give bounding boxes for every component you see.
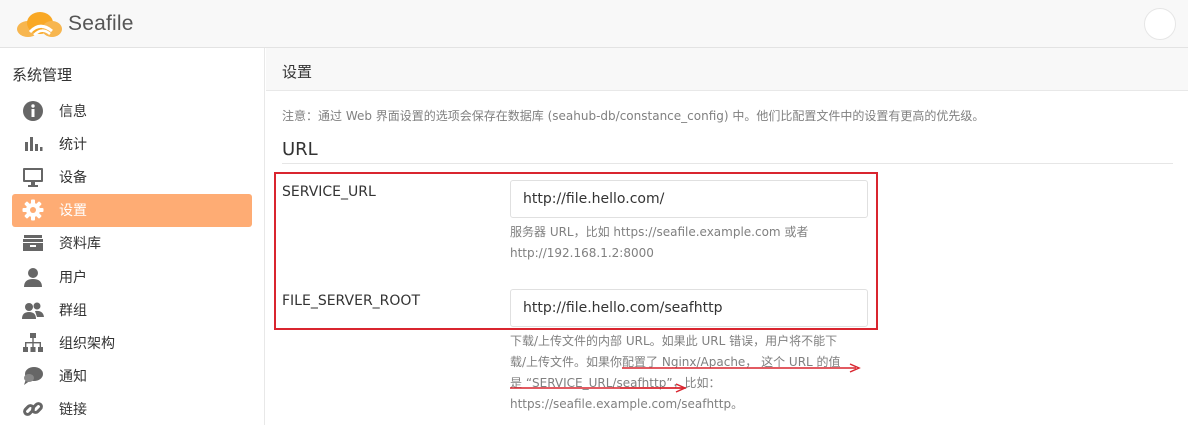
service-url-input[interactable]: http://file.hello.com/ bbox=[510, 180, 868, 218]
bar-chart-icon bbox=[21, 132, 45, 156]
avatar[interactable] bbox=[1144, 8, 1176, 40]
group-icon bbox=[21, 298, 45, 322]
sidebar-item-info[interactable]: 信息 bbox=[12, 94, 252, 127]
sidebar-item-label: 群组 bbox=[59, 302, 87, 319]
sidebar-item-organization[interactable]: 组织架构 bbox=[12, 326, 252, 359]
chat-bubble-icon bbox=[21, 364, 45, 388]
help-line: http://192.168.1.2:8000 bbox=[510, 246, 654, 260]
file-server-root-label: FILE_SERVER_ROOT bbox=[282, 293, 420, 309]
top-bar: Seafile bbox=[0, 0, 1188, 48]
info-icon bbox=[21, 99, 45, 123]
seafile-logo[interactable]: Seafile bbox=[14, 6, 134, 42]
sidebar-item-label: 通知 bbox=[59, 369, 87, 386]
file-server-root-help: 下载/上传文件的内部 URL。如果此 URL 错误，用户将不能下 载/上传文件。… bbox=[510, 331, 841, 415]
sidebar-item-label: 信息 bbox=[59, 103, 87, 120]
sidebar-item-groups[interactable]: 群组 bbox=[12, 293, 252, 326]
app-name: Seafile bbox=[68, 12, 134, 35]
file-server-root-input[interactable]: http://file.hello.com/seafhttp bbox=[510, 289, 868, 327]
link-icon bbox=[21, 397, 45, 421]
settings-notice: 注意：通过 Web 界面设置的选项会保存在数据库 (seahub-db/cons… bbox=[282, 109, 985, 123]
sidebar-item-settings[interactable]: 设置 bbox=[12, 193, 252, 227]
help-line: 服务器 URL，比如 https://seafile.example.com 或… bbox=[510, 225, 809, 239]
service-url-label: SERVICE_URL bbox=[282, 184, 376, 200]
section-title-url: URL bbox=[282, 139, 318, 160]
admin-sidebar: 系统管理 信息 统计 设备 设置 资料库 用户 群组 组织架构 通知 链接 bbox=[0, 48, 265, 425]
org-chart-icon bbox=[21, 331, 45, 355]
section-divider bbox=[282, 163, 1173, 164]
library-icon bbox=[21, 231, 45, 255]
sidebar-item-label: 链接 bbox=[59, 402, 87, 419]
panel-header: 设置 bbox=[266, 48, 1188, 91]
sidebar-item-label: 统计 bbox=[59, 136, 87, 153]
sidebar-item-libraries[interactable]: 资料库 bbox=[12, 227, 252, 260]
sidebar-title: 系统管理 bbox=[12, 66, 73, 84]
help-line: https://seafile.example.com/seafhttp。 bbox=[510, 397, 744, 411]
help-line: 是 “SERVICE_URL/seafhttp”，比如： bbox=[510, 376, 721, 390]
sidebar-item-notifications[interactable]: 通知 bbox=[12, 360, 252, 393]
user-icon bbox=[21, 265, 45, 289]
sidebar-item-users[interactable]: 用户 bbox=[12, 260, 252, 293]
sidebar-item-links[interactable]: 链接 bbox=[12, 393, 252, 426]
page-title: 设置 bbox=[282, 63, 313, 81]
service-url-help: 服务器 URL，比如 https://seafile.example.com 或… bbox=[510, 222, 808, 264]
help-line: 载/上传文件。如果你配置了 Nginx/Apache， 这个 URL 的值 bbox=[510, 355, 841, 369]
sidebar-item-devices[interactable]: 设备 bbox=[12, 160, 252, 193]
sidebar-item-label: 设置 bbox=[59, 203, 87, 220]
sidebar-nav: 信息 统计 设备 设置 资料库 用户 群组 组织架构 通知 链接 bbox=[12, 94, 252, 426]
seafile-logo-icon bbox=[17, 12, 62, 37]
help-line: 下载/上传文件的内部 URL。如果此 URL 错误，用户将不能下 bbox=[510, 334, 838, 348]
sidebar-item-label: 设备 bbox=[59, 169, 87, 186]
sidebar-item-label: 组织架构 bbox=[59, 335, 115, 352]
sidebar-item-label: 用户 bbox=[59, 269, 87, 286]
sidebar-item-label: 资料库 bbox=[59, 236, 101, 253]
sidebar-item-statistics[interactable]: 统计 bbox=[12, 127, 252, 160]
gear-icon bbox=[21, 198, 45, 222]
monitor-icon bbox=[21, 165, 45, 189]
